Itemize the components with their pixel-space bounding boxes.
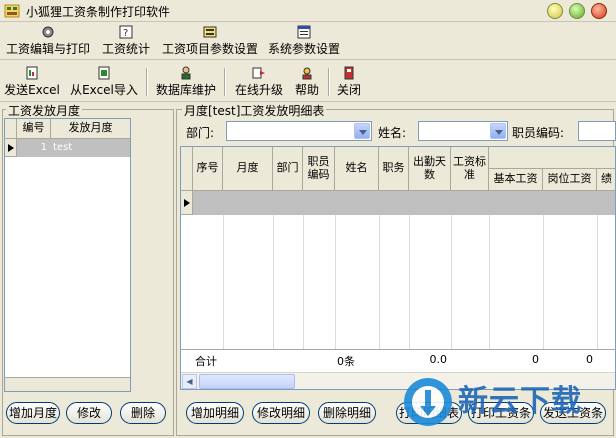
row-pointer-icon: [183, 198, 190, 207]
column-header[interactable]: 月度: [223, 147, 273, 191]
row-indicator: [5, 139, 17, 157]
col-line: [597, 215, 598, 349]
grid-corner: [5, 119, 17, 139]
column-header[interactable]: 绩: [597, 169, 615, 191]
import-excel-icon: [98, 66, 110, 80]
system-settings-icon: [297, 25, 311, 39]
column-header[interactable]: 姓名: [335, 147, 379, 191]
svg-text:?: ?: [123, 28, 128, 39]
help-icon: [302, 67, 312, 80]
detail-panel-title: 月度[test]工资发放明细表: [182, 102, 327, 119]
window-title: 小狐狸工资条制作打印软件: [26, 5, 171, 19]
total-basic: 0: [532, 353, 539, 366]
delete-detail-button[interactable]: 删除明细: [318, 402, 376, 424]
toolbar-separator: [328, 68, 330, 96]
column-header[interactable]: 部门: [273, 147, 303, 191]
column-header[interactable]: 职员编码: [303, 147, 335, 191]
detail-grid[interactable]: 序号 月度 部门 职员编码 姓名 职务 出勤天数 工资标准 基本工资 岗位工资 …: [180, 146, 616, 390]
menu-label: 工资统计: [101, 42, 150, 56]
close-button[interactable]: 关闭: [334, 65, 364, 99]
upgrade-icon: [252, 67, 265, 79]
column-header[interactable]: 岗位工资: [543, 169, 597, 191]
stats-icon: ?: [119, 25, 133, 39]
edit-detail-button[interactable]: 修改明细: [252, 402, 310, 424]
import-excel-button[interactable]: 从Excel导入: [68, 65, 140, 99]
watermark: 新云下载: [396, 372, 616, 438]
col-line: [379, 215, 380, 349]
minimize-button[interactable]: [547, 3, 563, 19]
col-line: [451, 215, 452, 349]
add-detail-button[interactable]: 增加明细: [186, 402, 244, 424]
row-indicator: [181, 191, 193, 215]
month-grid[interactable]: 编号 发放月度 1 test: [4, 118, 131, 392]
col-line: [303, 215, 304, 349]
online-upgrade-button[interactable]: 在线升级: [232, 65, 286, 99]
title-bar: 小狐狸工资条制作打印软件: [0, 0, 616, 22]
total-post: 0: [586, 353, 593, 366]
dept-label: 部门:: [186, 126, 215, 140]
total-label: 合计: [195, 355, 217, 368]
add-month-button[interactable]: 增加月度: [6, 402, 60, 424]
grid-footer: [5, 377, 130, 391]
column-header[interactable]: 出勤天数: [409, 147, 451, 191]
col-line: [409, 215, 410, 349]
col-line: [543, 215, 544, 349]
row-month: test: [53, 142, 73, 153]
month-panel-title: 工资发放月度: [6, 102, 83, 119]
table-row[interactable]: [193, 191, 615, 215]
column-header[interactable]: 基本工资: [489, 169, 543, 191]
edit-month-button[interactable]: 修改: [66, 402, 112, 424]
column-header[interactable]: 发放月度: [51, 119, 130, 139]
menu-bar: 工资编辑与打印 ? 工资统计 工资项目参数设置 系统参数设置: [0, 22, 616, 60]
help-button[interactable]: 帮助: [290, 65, 324, 99]
name-label: 姓名:: [378, 126, 407, 140]
item-settings-icon: [203, 26, 217, 38]
delete-month-button[interactable]: 删除: [120, 402, 166, 424]
grid-corner: [181, 147, 193, 191]
scroll-left-icon[interactable]: ◀: [182, 374, 197, 389]
scroll-thumb[interactable]: [199, 374, 295, 389]
person-db-icon: [181, 66, 191, 80]
toolbar-separator: [146, 68, 148, 96]
column-header[interactable]: 工资标准: [451, 147, 489, 191]
name-select[interactable]: [418, 121, 508, 141]
cloud-logo-icon: [404, 378, 452, 426]
watermark-brand: 新云下载: [458, 384, 582, 419]
col-line: [489, 215, 490, 349]
column-header[interactable]: 编号: [17, 119, 51, 139]
exit-icon: [344, 66, 354, 80]
col-line: [335, 215, 336, 349]
total-row: 合计 0条 0.0 0 0: [181, 349, 615, 369]
toolbar: 发送Excel 从Excel导入 数据库维护 在线升级 帮助 关闭: [0, 62, 616, 102]
col-line: [223, 215, 224, 349]
menu-salary-edit-print[interactable]: 工资编辑与打印: [4, 24, 92, 58]
app-icon: [4, 3, 20, 19]
menu-system-settings[interactable]: 系统参数设置: [266, 24, 342, 58]
total-count: 0条: [337, 355, 355, 368]
dept-select[interactable]: [226, 121, 372, 141]
row-id: 1: [40, 142, 47, 153]
column-header[interactable]: 职务: [379, 147, 409, 191]
col-line: [273, 215, 274, 349]
column-group-header: [489, 147, 615, 169]
menu-label: 工资编辑与打印: [5, 42, 90, 56]
total-attendance: 0.0: [429, 353, 448, 366]
menu-item-settings[interactable]: 工资项目参数设置: [160, 24, 260, 58]
toolbar-separator: [224, 68, 226, 96]
maximize-button[interactable]: [569, 3, 585, 19]
tools-icon: [42, 26, 54, 38]
close-window-button[interactable]: [591, 3, 607, 19]
chevron-down-icon[interactable]: [490, 123, 506, 139]
column-header[interactable]: 序号: [193, 147, 223, 191]
code-input[interactable]: [578, 121, 616, 141]
menu-salary-stats[interactable]: ? 工资统计: [98, 24, 154, 58]
code-label: 职员编码:: [512, 126, 565, 140]
send-excel-icon: [26, 66, 38, 80]
menu-label: 系统参数设置: [267, 42, 340, 56]
db-maintain-button[interactable]: 数据库维护: [154, 65, 218, 99]
row-pointer-icon: [7, 143, 14, 152]
send-excel-button[interactable]: 发送Excel: [2, 65, 62, 99]
chevron-down-icon[interactable]: [354, 123, 370, 139]
menu-label: 工资项目参数设置: [161, 42, 258, 56]
